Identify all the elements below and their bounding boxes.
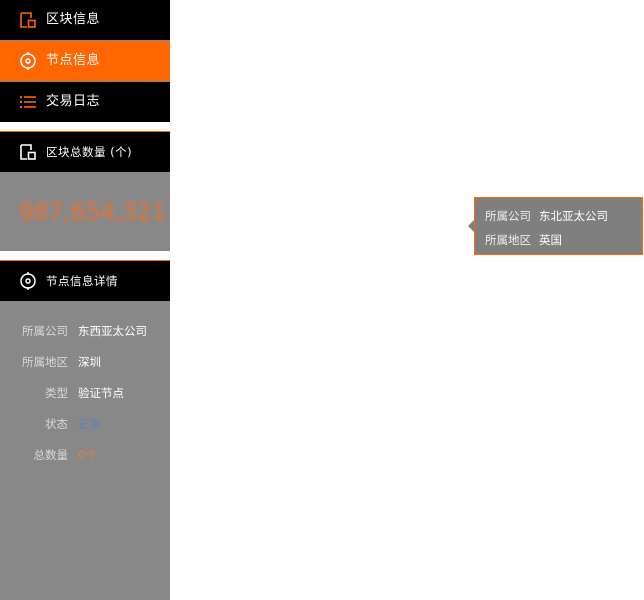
- tooltip-arrow: [468, 220, 474, 232]
- nav-item-label: 节点信息: [46, 53, 101, 68]
- node-icon: [20, 52, 36, 70]
- nav-item-label: 交易日志: [46, 94, 101, 109]
- nav-item-node-info[interactable]: 节点信息: [0, 41, 170, 81]
- tooltip-key: 所属公司: [485, 209, 531, 223]
- detail-row-status: 状态 正常: [0, 409, 170, 440]
- tooltip-key: 所属地区: [485, 233, 531, 247]
- node-icon: [20, 272, 36, 290]
- detail-value: 0个: [78, 448, 97, 462]
- total-blocks-panel: 987,654,321: [0, 172, 170, 251]
- sidebar: 区块信息 节点信息 交易日志 区块总数量 (个) 987,654,321 节点信…: [0, 0, 170, 600]
- map-tooltip: 所属公司 东北亚太公司 所属地区 英国: [468, 197, 643, 255]
- total-blocks-title: 区块总数量 (个): [46, 145, 133, 159]
- total-blocks-value: 987,654,321: [19, 198, 167, 226]
- detail-row-region: 所属地区 深圳: [0, 347, 170, 378]
- detail-key: 总数量: [33, 448, 69, 462]
- block-icon: [20, 12, 36, 28]
- nav-item-label: 区块信息: [46, 12, 101, 27]
- nav-item-transaction-log[interactable]: 交易日志: [0, 82, 170, 122]
- detail-value: 验证节点: [78, 386, 124, 400]
- total-blocks-header: 区块总数量 (个): [0, 131, 170, 172]
- tooltip-value: 东北亚太公司: [539, 209, 608, 223]
- detail-row-company: 所属公司 东西亚太公司: [0, 316, 170, 347]
- tooltip-row-company: 所属公司 东北亚太公司: [485, 208, 608, 224]
- node-detail-list: 所属公司 东西亚太公司 所属地区 深圳 类型 验证节点 状态 正常 总数量 0个: [0, 316, 170, 471]
- block-icon: [20, 144, 36, 160]
- detail-row-count: 总数量 0个: [0, 440, 170, 471]
- tooltip-row-region: 所属地区 英国: [485, 232, 562, 248]
- detail-row-type: 类型 验证节点: [0, 378, 170, 409]
- detail-value: 东西亚太公司: [78, 324, 147, 338]
- app-root: 区块信息 节点信息 交易日志 区块总数量 (个) 987,654,321 节点信…: [0, 0, 644, 600]
- status-badge: 正常: [78, 417, 101, 431]
- detail-key: 状态: [45, 417, 68, 431]
- node-detail-title: 节点信息详情: [46, 274, 118, 288]
- detail-value: 深圳: [78, 355, 101, 369]
- detail-key: 所属公司: [22, 324, 68, 338]
- tooltip-value: 英国: [539, 233, 562, 247]
- detail-key: 所属地区: [22, 355, 68, 369]
- detail-key: 类型: [45, 386, 68, 400]
- list-icon: [20, 96, 36, 108]
- nav-item-block-info[interactable]: 区块信息: [0, 0, 170, 40]
- node-detail-header: 节点信息详情: [0, 260, 170, 301]
